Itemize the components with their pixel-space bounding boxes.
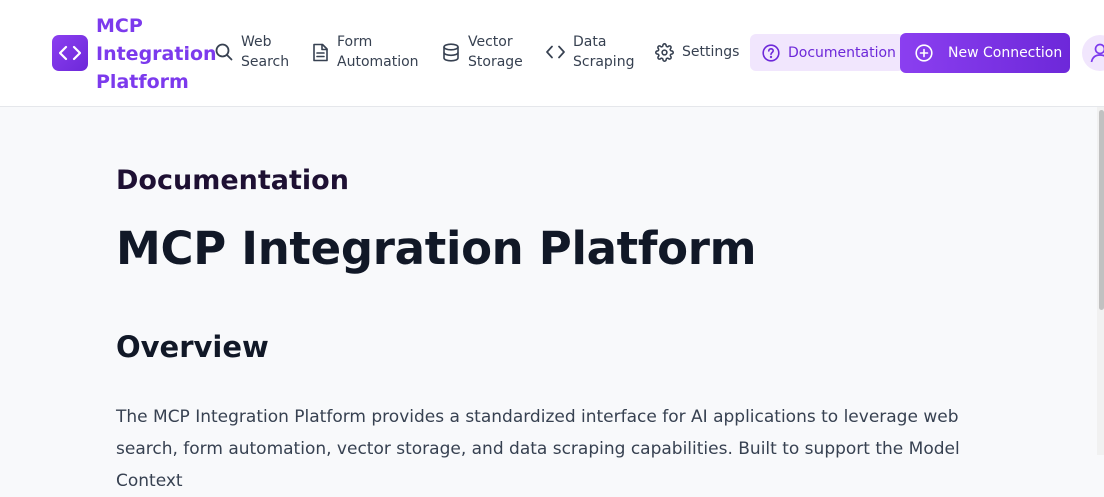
user-avatar[interactable] [1082, 35, 1104, 71]
nav-label: Form [337, 32, 419, 52]
gear-icon [655, 43, 674, 62]
nav-vector-storage[interactable]: Vector Storage [442, 32, 523, 72]
brand-line: MCP [96, 12, 208, 40]
nav-label: Scraping [573, 52, 634, 72]
brand-line: Platform [96, 68, 208, 96]
page-title: MCP Integration Platform [116, 221, 756, 277]
documentation-label: Documentation [788, 45, 896, 61]
overview-heading: Overview [116, 328, 269, 366]
nav-label: Data [573, 32, 634, 52]
nav-label: Web [241, 32, 289, 52]
nav-data-scraping[interactable]: Data Scraping [546, 32, 634, 72]
document-icon [312, 43, 329, 62]
code-icon [546, 45, 565, 59]
brand-name[interactable]: MCP Integration Platform [96, 12, 208, 96]
nav-label: Vector [468, 32, 523, 52]
nav-web-search[interactable]: Web Search [215, 32, 289, 72]
top-header: MCP Integration Platform Web Search Form… [0, 0, 1104, 107]
search-icon [215, 43, 233, 61]
overview-paragraph: The MCP Integration Platform provides a … [116, 401, 996, 497]
new-connection-label: New Connection [948, 45, 1062, 61]
nav-form-automation[interactable]: Form Automation [312, 32, 419, 72]
plus-circle-icon [915, 44, 933, 62]
new-connection-button[interactable]: New Connection [900, 33, 1070, 73]
user-icon [1082, 35, 1104, 71]
help-circle-icon [762, 44, 780, 62]
nav-settings[interactable]: Settings [655, 42, 739, 62]
nav-label: Storage [468, 52, 523, 72]
brand-line: Integration [96, 40, 208, 68]
documentation-button[interactable]: Documentation [750, 34, 904, 71]
nav-label: Settings [682, 42, 739, 62]
database-icon [442, 43, 460, 62]
logo-icon[interactable] [52, 35, 88, 71]
scrollbar-thumb[interactable] [1099, 110, 1104, 310]
nav-label: Search [241, 52, 289, 72]
nav-label: Automation [337, 52, 419, 72]
section-label: Documentation [116, 163, 349, 199]
